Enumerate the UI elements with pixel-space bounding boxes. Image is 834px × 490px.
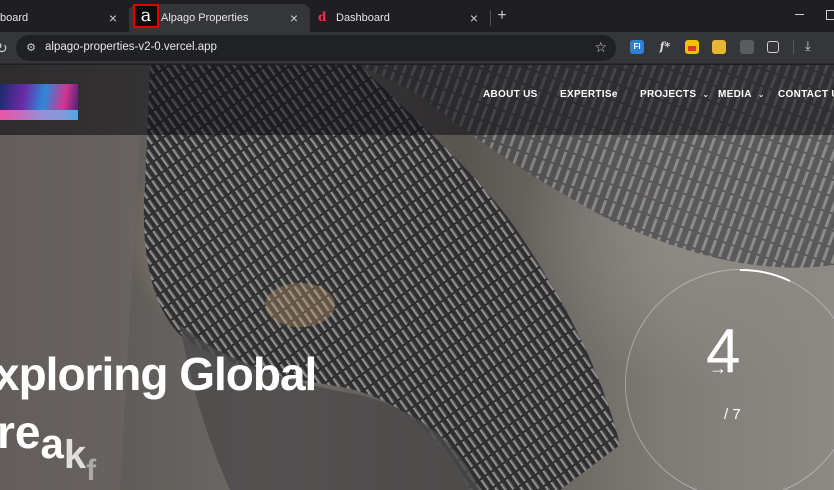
- new-tab-button[interactable]: +: [492, 6, 512, 26]
- nav-media[interactable]: MEDIA ⌄: [718, 89, 765, 100]
- next-slide-arrow-icon[interactable]: →: [709, 359, 727, 377]
- hero-letter-animated: a: [40, 420, 64, 467]
- nav-label: MEDIA: [718, 89, 752, 100]
- extension-camera-icon[interactable]: [740, 40, 754, 54]
- hero-heading-line1: xploring Global: [0, 348, 317, 400]
- minimize-icon[interactable]: [792, 6, 808, 22]
- hero-letters: re: [0, 406, 41, 458]
- chevron-down-icon: ⌄: [702, 90, 710, 99]
- site-header: ABOUT US EXPERTISe PROJECTS ⌄ MEDIA ⌄ CONT…: [0, 65, 834, 135]
- close-icon[interactable]: ×: [105, 10, 121, 26]
- reload-icon[interactable]: ↻: [0, 40, 8, 56]
- toolbar-separator: [793, 40, 794, 54]
- nav-projects[interactable]: PROJECTS ⌄: [640, 89, 709, 100]
- alpago-favicon-icon: a: [133, 4, 159, 28]
- browser-toolbar: ↻ ⚙ alpago-properties-v2-0.vercel.app ☆: [0, 32, 834, 64]
- site-logo[interactable]: [0, 84, 78, 120]
- tab-separator: [490, 10, 491, 26]
- extensions-puzzle-icon[interactable]: [767, 41, 779, 53]
- extension-fi-icon[interactable]: FI: [630, 40, 644, 54]
- slide-total: / 7: [724, 406, 741, 423]
- site-info-icon[interactable]: ⚙: [24, 41, 38, 55]
- bookmark-star-icon[interactable]: ☆: [594, 39, 607, 55]
- nav-label: PROJECTS: [640, 89, 697, 100]
- tab-dashboard-partial[interactable]: board ×: [0, 4, 129, 32]
- page-viewport: ABOUT US EXPERTISe PROJECTS ⌄ MEDIA ⌄ CONT…: [0, 65, 834, 490]
- extension-formula-icon[interactable]: f*: [658, 40, 672, 54]
- address-bar[interactable]: ⚙ alpago-properties-v2-0.vercel.app ☆: [16, 35, 616, 61]
- nav-contact-us[interactable]: CONTACT U: [778, 89, 834, 100]
- close-icon[interactable]: ×: [286, 10, 302, 26]
- maximize-icon[interactable]: [826, 10, 834, 20]
- tab-strip: board × a Alpago Properties × d Dashboar…: [0, 0, 834, 32]
- dashboard-favicon-icon: d: [318, 10, 327, 24]
- hero-letter-animated: f: [86, 454, 97, 487]
- hero-heading-line2: reakf: [0, 405, 96, 487]
- close-icon[interactable]: ×: [466, 10, 482, 26]
- tab-alpago-properties[interactable]: a Alpago Properties ×: [129, 4, 310, 32]
- download-icon[interactable]: ⤓: [805, 38, 811, 54]
- tab-title: board: [0, 12, 29, 24]
- extension-tile-icon[interactable]: [685, 40, 699, 54]
- extension-notes-icon[interactable]: [712, 40, 726, 54]
- tab-dashboard[interactable]: d Dashboard ×: [310, 4, 490, 32]
- nav-expertise[interactable]: EXPERTISe: [560, 89, 618, 100]
- nav-about-us[interactable]: ABOUT US: [483, 89, 538, 100]
- chevron-down-icon: ⌄: [757, 90, 765, 99]
- url-text[interactable]: alpago-properties-v2-0.vercel.app: [45, 41, 217, 53]
- hero-letter-animated: k: [63, 433, 87, 477]
